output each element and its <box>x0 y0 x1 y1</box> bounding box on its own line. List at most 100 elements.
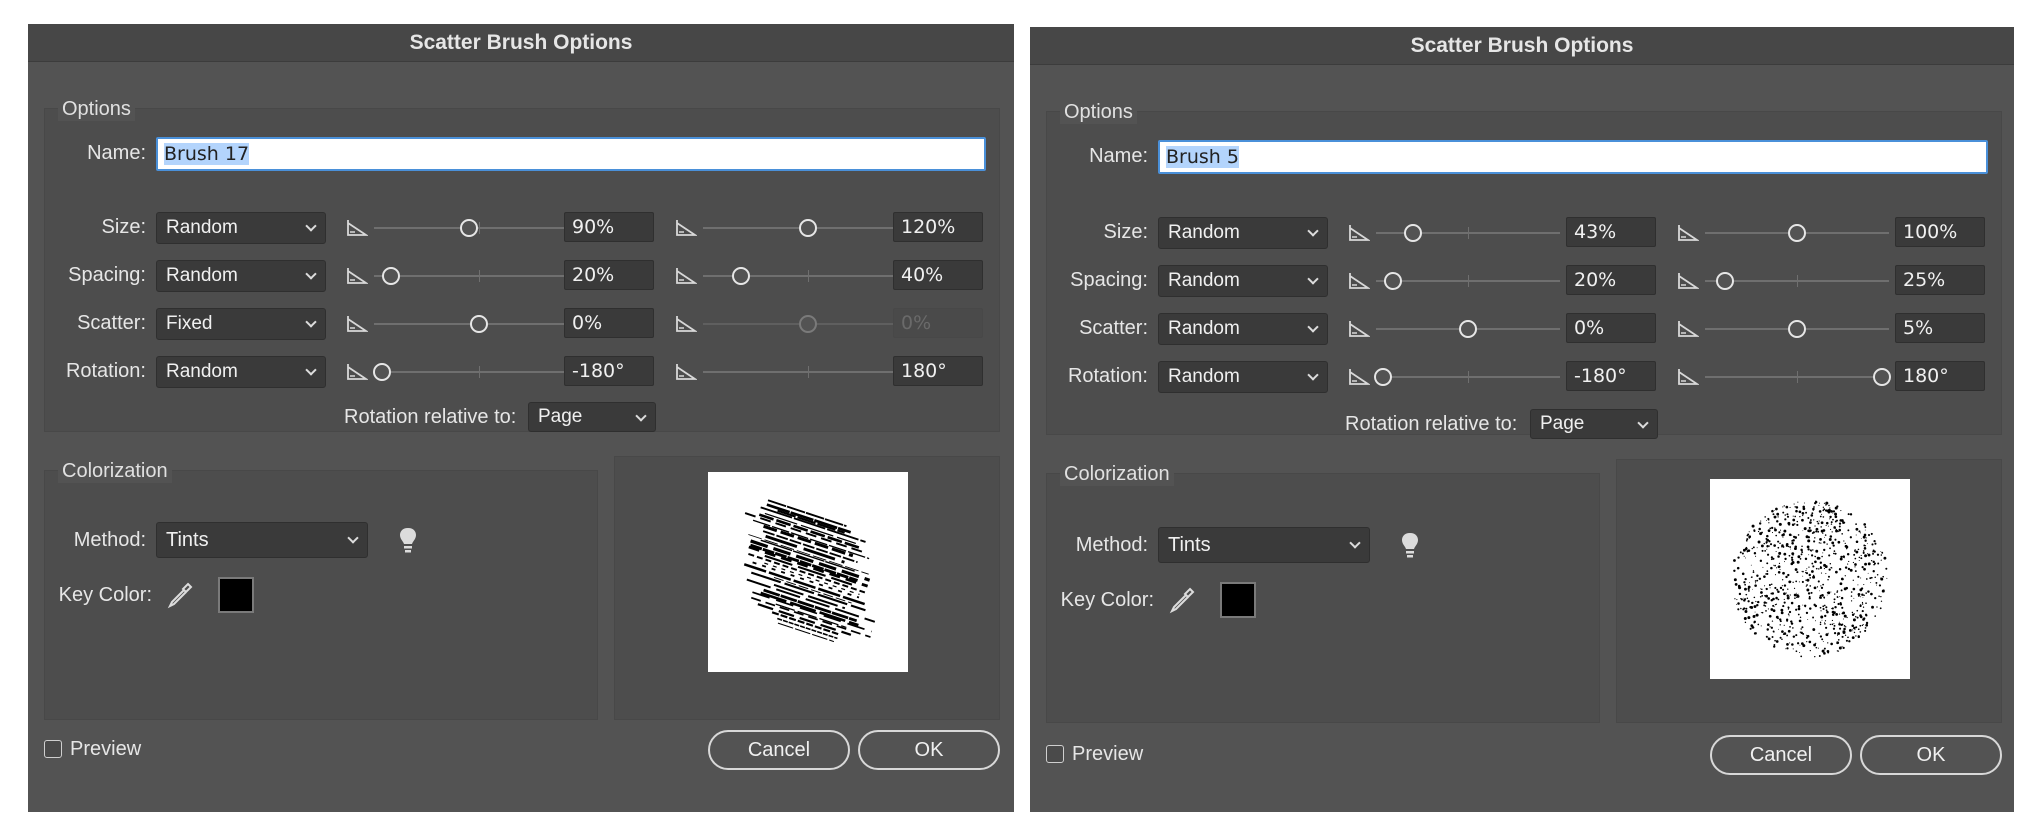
scatter-min-value-field[interactable]: 0% <box>564 308 654 338</box>
chevron-down-icon <box>347 532 359 544</box>
scatter-mode-dropdown[interactable]: Random <box>1158 313 1328 345</box>
slider-thumb[interactable] <box>1403 224 1422 242</box>
lightbulb-tips-icon[interactable] <box>398 526 418 554</box>
slider-thumb[interactable] <box>373 363 392 381</box>
rotation-mode-dropdown[interactable]: Random <box>156 356 326 388</box>
scatter-max-slider <box>703 314 913 334</box>
slider-midpoint-tick <box>1468 227 1469 239</box>
rotation-relative-dropdown[interactable]: Page <box>1530 409 1658 439</box>
spacing-label: Spacing: <box>1070 269 1148 291</box>
slider-thumb[interactable] <box>1788 224 1806 242</box>
rotation-max-value-field[interactable]: 180° <box>893 356 983 386</box>
lightbulb-tips-icon[interactable] <box>1400 531 1420 559</box>
scatter-min-slider[interactable] <box>374 314 584 334</box>
size-max-value-field[interactable]: 120% <box>893 212 983 242</box>
min-value-icon <box>1348 271 1371 291</box>
scatter-max-value-field[interactable]: 5% <box>1895 313 1985 343</box>
scatter-mode-value: Random <box>1168 318 1240 339</box>
rotation-max-slider[interactable] <box>1705 367 1891 387</box>
rotation-min-value-field[interactable]: -180° <box>1566 361 1656 391</box>
slider-thumb[interactable] <box>1716 272 1735 290</box>
spacing-max-slider[interactable] <box>703 266 913 286</box>
max-value-icon <box>1677 319 1700 339</box>
cancel-button[interactable]: Cancel <box>1710 735 1852 775</box>
slider-midpoint-tick <box>479 366 480 378</box>
spacing-mode-dropdown[interactable]: Random <box>156 260 326 292</box>
size-min-slider[interactable] <box>1376 223 1560 243</box>
name-label: Name: <box>87 142 146 164</box>
size-mode-dropdown[interactable]: Random <box>156 212 326 244</box>
options-legend: Options <box>58 98 135 121</box>
size-max-slider[interactable] <box>1705 223 1889 243</box>
brush-name-input[interactable]: Brush 5 <box>1158 140 1988 174</box>
slider-midpoint-tick <box>1797 371 1798 383</box>
spacing-max-value-field[interactable]: 25% <box>1895 265 1985 295</box>
max-value-icon <box>675 362 698 382</box>
scatter-brush-dialog-2: Scatter Brush Options Options Name: Brush 5… <box>1030 27 2014 812</box>
min-value-icon <box>1348 223 1371 243</box>
scatter-min-value-field[interactable]: 0% <box>1566 313 1656 343</box>
ok-button[interactable]: OK <box>1860 735 2002 775</box>
slider-thumb[interactable] <box>1383 272 1402 290</box>
chevron-down-icon <box>305 220 317 232</box>
key-color-label: Key Color: <box>58 584 152 606</box>
slider-midpoint-tick <box>479 270 480 282</box>
rotation-max-slider[interactable] <box>703 362 914 382</box>
scatter-min-slider[interactable] <box>1376 319 1560 339</box>
method-dropdown[interactable]: Tints <box>156 522 368 558</box>
slider-thumb[interactable] <box>799 219 817 237</box>
size-min-slider[interactable] <box>374 218 584 238</box>
size-min-value-field[interactable]: 43% <box>1566 217 1656 247</box>
preview-checkbox[interactable] <box>44 740 62 758</box>
rotation-relative-value: Page <box>538 406 583 427</box>
eyedropper-icon[interactable] <box>166 581 194 609</box>
brush-name-input[interactable]: Brush 17 <box>156 137 986 171</box>
cancel-button[interactable]: Cancel <box>708 730 850 770</box>
size-max-value-field[interactable]: 100% <box>1895 217 1985 247</box>
chevron-down-icon <box>1307 273 1319 285</box>
size-mode-dropdown[interactable]: Random <box>1158 217 1328 249</box>
spacing-min-slider[interactable] <box>374 266 584 286</box>
dialog-title: Scatter Brush Options <box>1030 27 2014 65</box>
scatter-max-slider[interactable] <box>1705 319 1889 339</box>
rotation-relative-value: Page <box>1540 413 1585 434</box>
spacing-min-value-field[interactable]: 20% <box>564 260 654 290</box>
rotation-min-slider[interactable] <box>1374 367 1560 387</box>
scatter-mode-dropdown[interactable]: Fixed <box>156 308 326 340</box>
slider-thumb[interactable] <box>459 219 478 237</box>
spacing-mode-dropdown[interactable]: Random <box>1158 265 1328 297</box>
spacing-max-value-field[interactable]: 40% <box>893 260 983 290</box>
chevron-down-icon <box>1637 417 1649 429</box>
rotation-relative-dropdown[interactable]: Page <box>528 402 656 432</box>
scatter-max-value-field: 0% <box>893 308 983 338</box>
slider-thumb[interactable] <box>381 267 400 285</box>
chevron-down-icon <box>1307 225 1319 237</box>
rotation-mode-dropdown[interactable]: Random <box>1158 361 1328 393</box>
ok-button[interactable]: OK <box>858 730 1000 770</box>
preview-label: Preview <box>1072 743 1144 765</box>
key-color-swatch[interactable] <box>218 577 254 613</box>
rotation-max-value-field[interactable]: 180° <box>1895 361 1985 391</box>
slider-thumb[interactable] <box>470 315 488 333</box>
size-max-slider[interactable] <box>703 218 913 238</box>
size-min-value-field[interactable]: 90% <box>564 212 654 242</box>
slider-thumb[interactable] <box>1788 320 1806 338</box>
slider-thumb[interactable] <box>1459 320 1477 338</box>
method-dropdown[interactable]: Tints <box>1158 527 1370 563</box>
brush-name-value: Brush 17 <box>164 143 250 165</box>
slider-thumb[interactable] <box>1872 368 1891 386</box>
eyedropper-icon[interactable] <box>1168 586 1196 614</box>
spacing-max-slider[interactable] <box>1705 271 1889 291</box>
rotation-min-slider[interactable] <box>373 362 584 382</box>
chevron-down-icon <box>635 410 647 422</box>
spacing-min-slider[interactable] <box>1376 271 1560 291</box>
max-value-icon <box>1677 271 1700 291</box>
slider-midpoint-tick <box>1468 371 1469 383</box>
slider-thumb[interactable] <box>1374 368 1393 386</box>
brush-preview-image <box>743 499 876 643</box>
rotation-min-value-field[interactable]: -180° <box>564 356 654 386</box>
slider-thumb[interactable] <box>731 267 750 285</box>
spacing-min-value-field[interactable]: 20% <box>1566 265 1656 295</box>
key-color-swatch[interactable] <box>1220 582 1256 618</box>
preview-checkbox[interactable] <box>1046 745 1064 763</box>
